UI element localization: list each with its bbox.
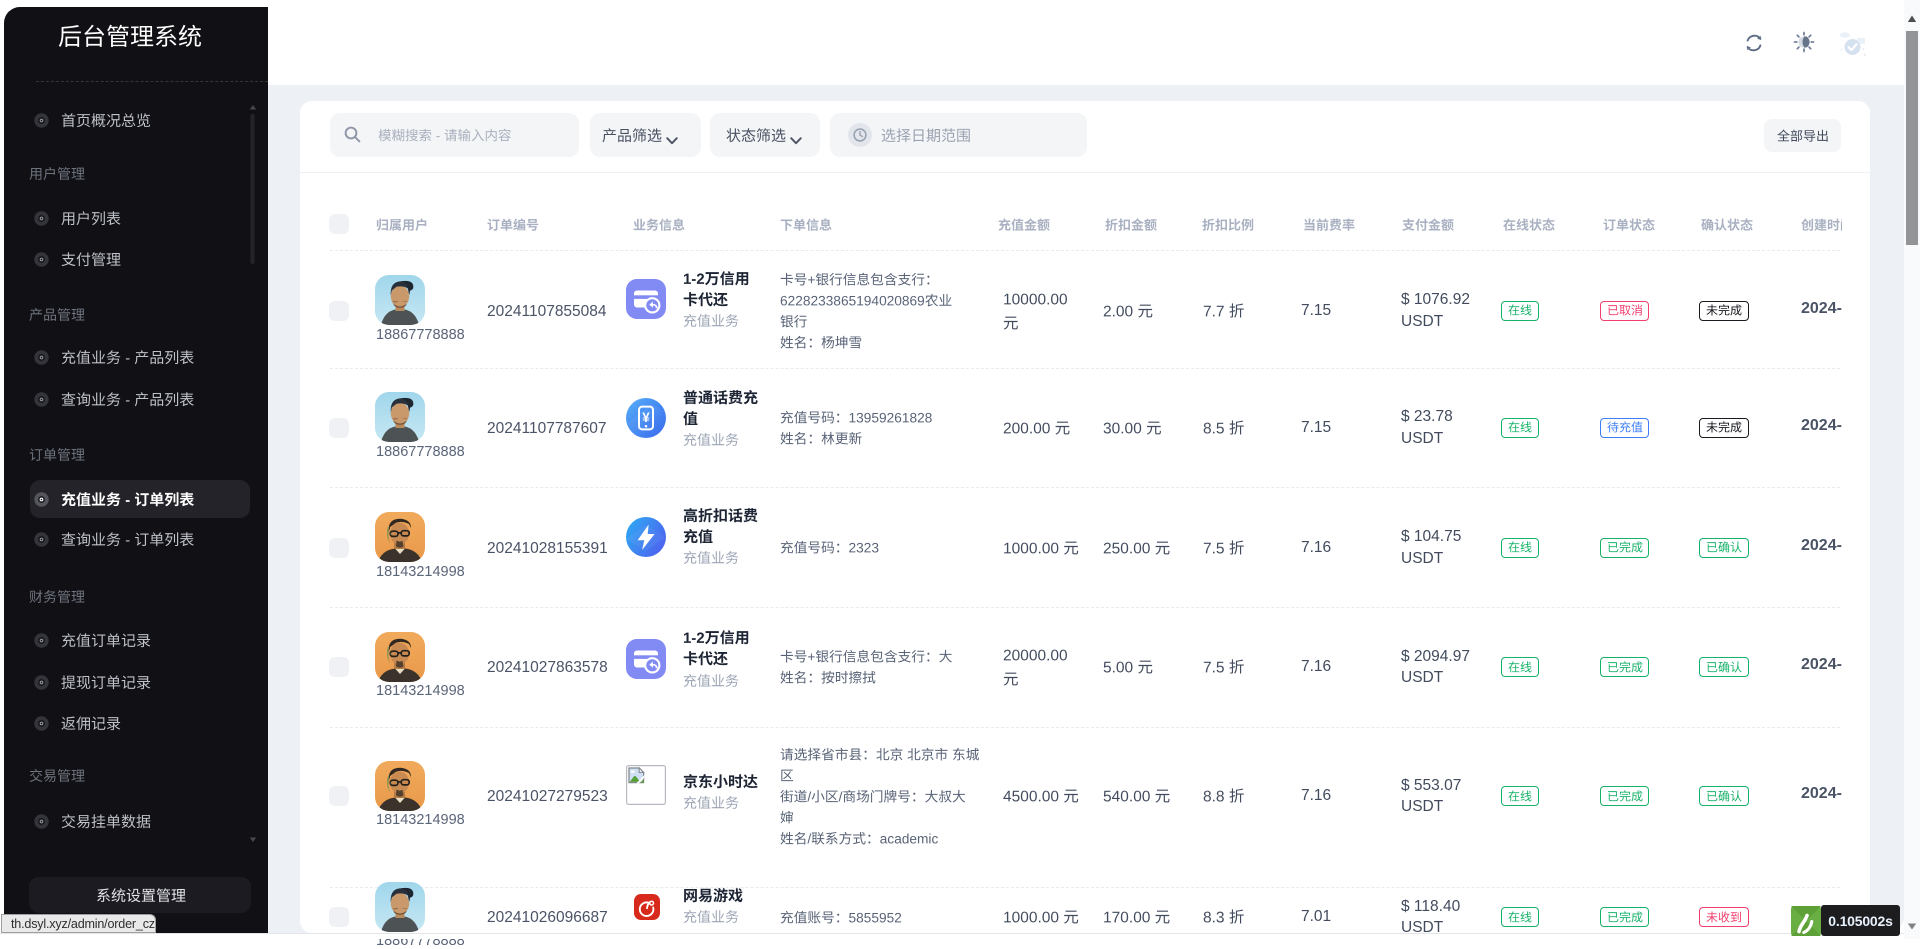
svg-text:¥: ¥ <box>642 410 650 425</box>
